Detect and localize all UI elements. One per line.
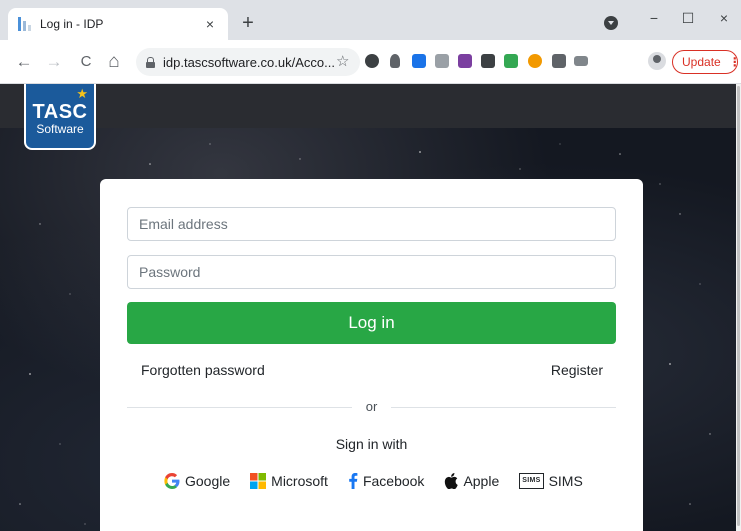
onenote-icon[interactable] — [458, 54, 472, 68]
google-icon — [164, 473, 180, 489]
provider-label: Facebook — [362, 473, 425, 489]
back-button[interactable]: ← — [14, 52, 34, 72]
extension-camera-icon[interactable] — [435, 54, 449, 68]
logo-main-text: TASC — [32, 101, 88, 123]
reading-list-icon[interactable] — [574, 56, 588, 66]
register-link[interactable]: Register — [551, 362, 603, 378]
extensions-puzzle-icon[interactable] — [552, 54, 566, 68]
site-header — [0, 84, 736, 128]
extension-1-icon[interactable] — [365, 54, 379, 68]
sims-icon: SIMS — [519, 473, 544, 489]
password-field[interactable] — [127, 255, 616, 289]
facebook-signin-button[interactable]: Facebook — [348, 473, 424, 489]
sims-signin-button[interactable]: SIMS SIMS — [519, 473, 583, 489]
forward-button[interactable]: → — [44, 52, 64, 72]
facebook-icon — [348, 473, 358, 489]
update-label: Update — [682, 55, 721, 69]
or-divider: or — [127, 398, 616, 416]
extension-pen-icon[interactable] — [412, 54, 426, 68]
tab-close-icon[interactable]: × — [202, 16, 218, 32]
lock-icon — [146, 56, 155, 68]
email-field[interactable] — [127, 207, 616, 241]
menu-dots-icon: ⋮ — [728, 55, 741, 69]
address-bar[interactable]: idp.tascsoftware.co.uk/Acco... — [136, 48, 360, 76]
extension-layers-icon[interactable] — [481, 54, 495, 68]
provider-label: Microsoft — [271, 473, 328, 489]
new-tab-button[interactable]: + — [236, 12, 260, 36]
login-button[interactable]: Log in — [127, 302, 616, 344]
logo-star-icon: ★ — [76, 86, 88, 101]
apple-signin-button[interactable]: Apple — [444, 473, 499, 489]
url-text: idp.tascsoftware.co.uk/Acco... — [163, 54, 335, 70]
provider-label: SIMS — [548, 473, 583, 489]
sims-icon-text: SIMS — [519, 473, 544, 489]
bookmark-star-icon[interactable]: ☆ — [336, 52, 349, 70]
apple-icon — [444, 473, 459, 489]
google-signin-button[interactable]: Google — [164, 473, 230, 489]
site-favicon-icon — [18, 17, 32, 31]
microsoft-signin-button[interactable]: Microsoft — [250, 473, 328, 489]
reload-button[interactable]: C — [76, 52, 96, 72]
logo-sub-text: Software — [36, 122, 84, 136]
extension-bird-icon[interactable] — [504, 54, 518, 68]
window-close-button[interactable]: × — [712, 8, 736, 32]
home-button[interactable]: ⌂ — [104, 52, 124, 72]
extension-badge-icon[interactable] — [528, 54, 542, 68]
provider-label: Google — [185, 473, 231, 489]
microsoft-icon — [250, 473, 267, 489]
forgotten-password-link[interactable]: Forgotten password — [141, 362, 265, 378]
extension-lightbulb-icon[interactable] — [390, 54, 400, 68]
tab-strip: Log in - IDP × + − ☐ × — [0, 0, 741, 40]
or-label: or — [365, 399, 378, 414]
tasc-logo[interactable]: ★ TASC Software — [24, 84, 96, 150]
profile-avatar[interactable] — [648, 52, 666, 70]
sign-in-with-label: Sign in with — [335, 436, 408, 452]
browser-tab[interactable]: Log in - IDP × — [8, 8, 228, 40]
tab-title: Log in - IDP — [40, 17, 104, 31]
page-background: ★ TASC Software Log in Forgotten passwor… — [0, 84, 736, 531]
page-scrollbar[interactable] — [736, 84, 741, 531]
update-button[interactable]: Update ⋮ — [672, 50, 741, 74]
minimize-button[interactable]: − — [642, 8, 666, 32]
social-login-providers: Google Microsoft Facebook Apple SIMS SIM… — [164, 469, 603, 493]
maximize-button[interactable]: ☐ — [676, 8, 700, 32]
provider-label: Apple — [463, 473, 500, 489]
tab-search-icon[interactable] — [604, 16, 618, 30]
login-card: Log in Forgotten password Register or Si… — [100, 179, 643, 531]
